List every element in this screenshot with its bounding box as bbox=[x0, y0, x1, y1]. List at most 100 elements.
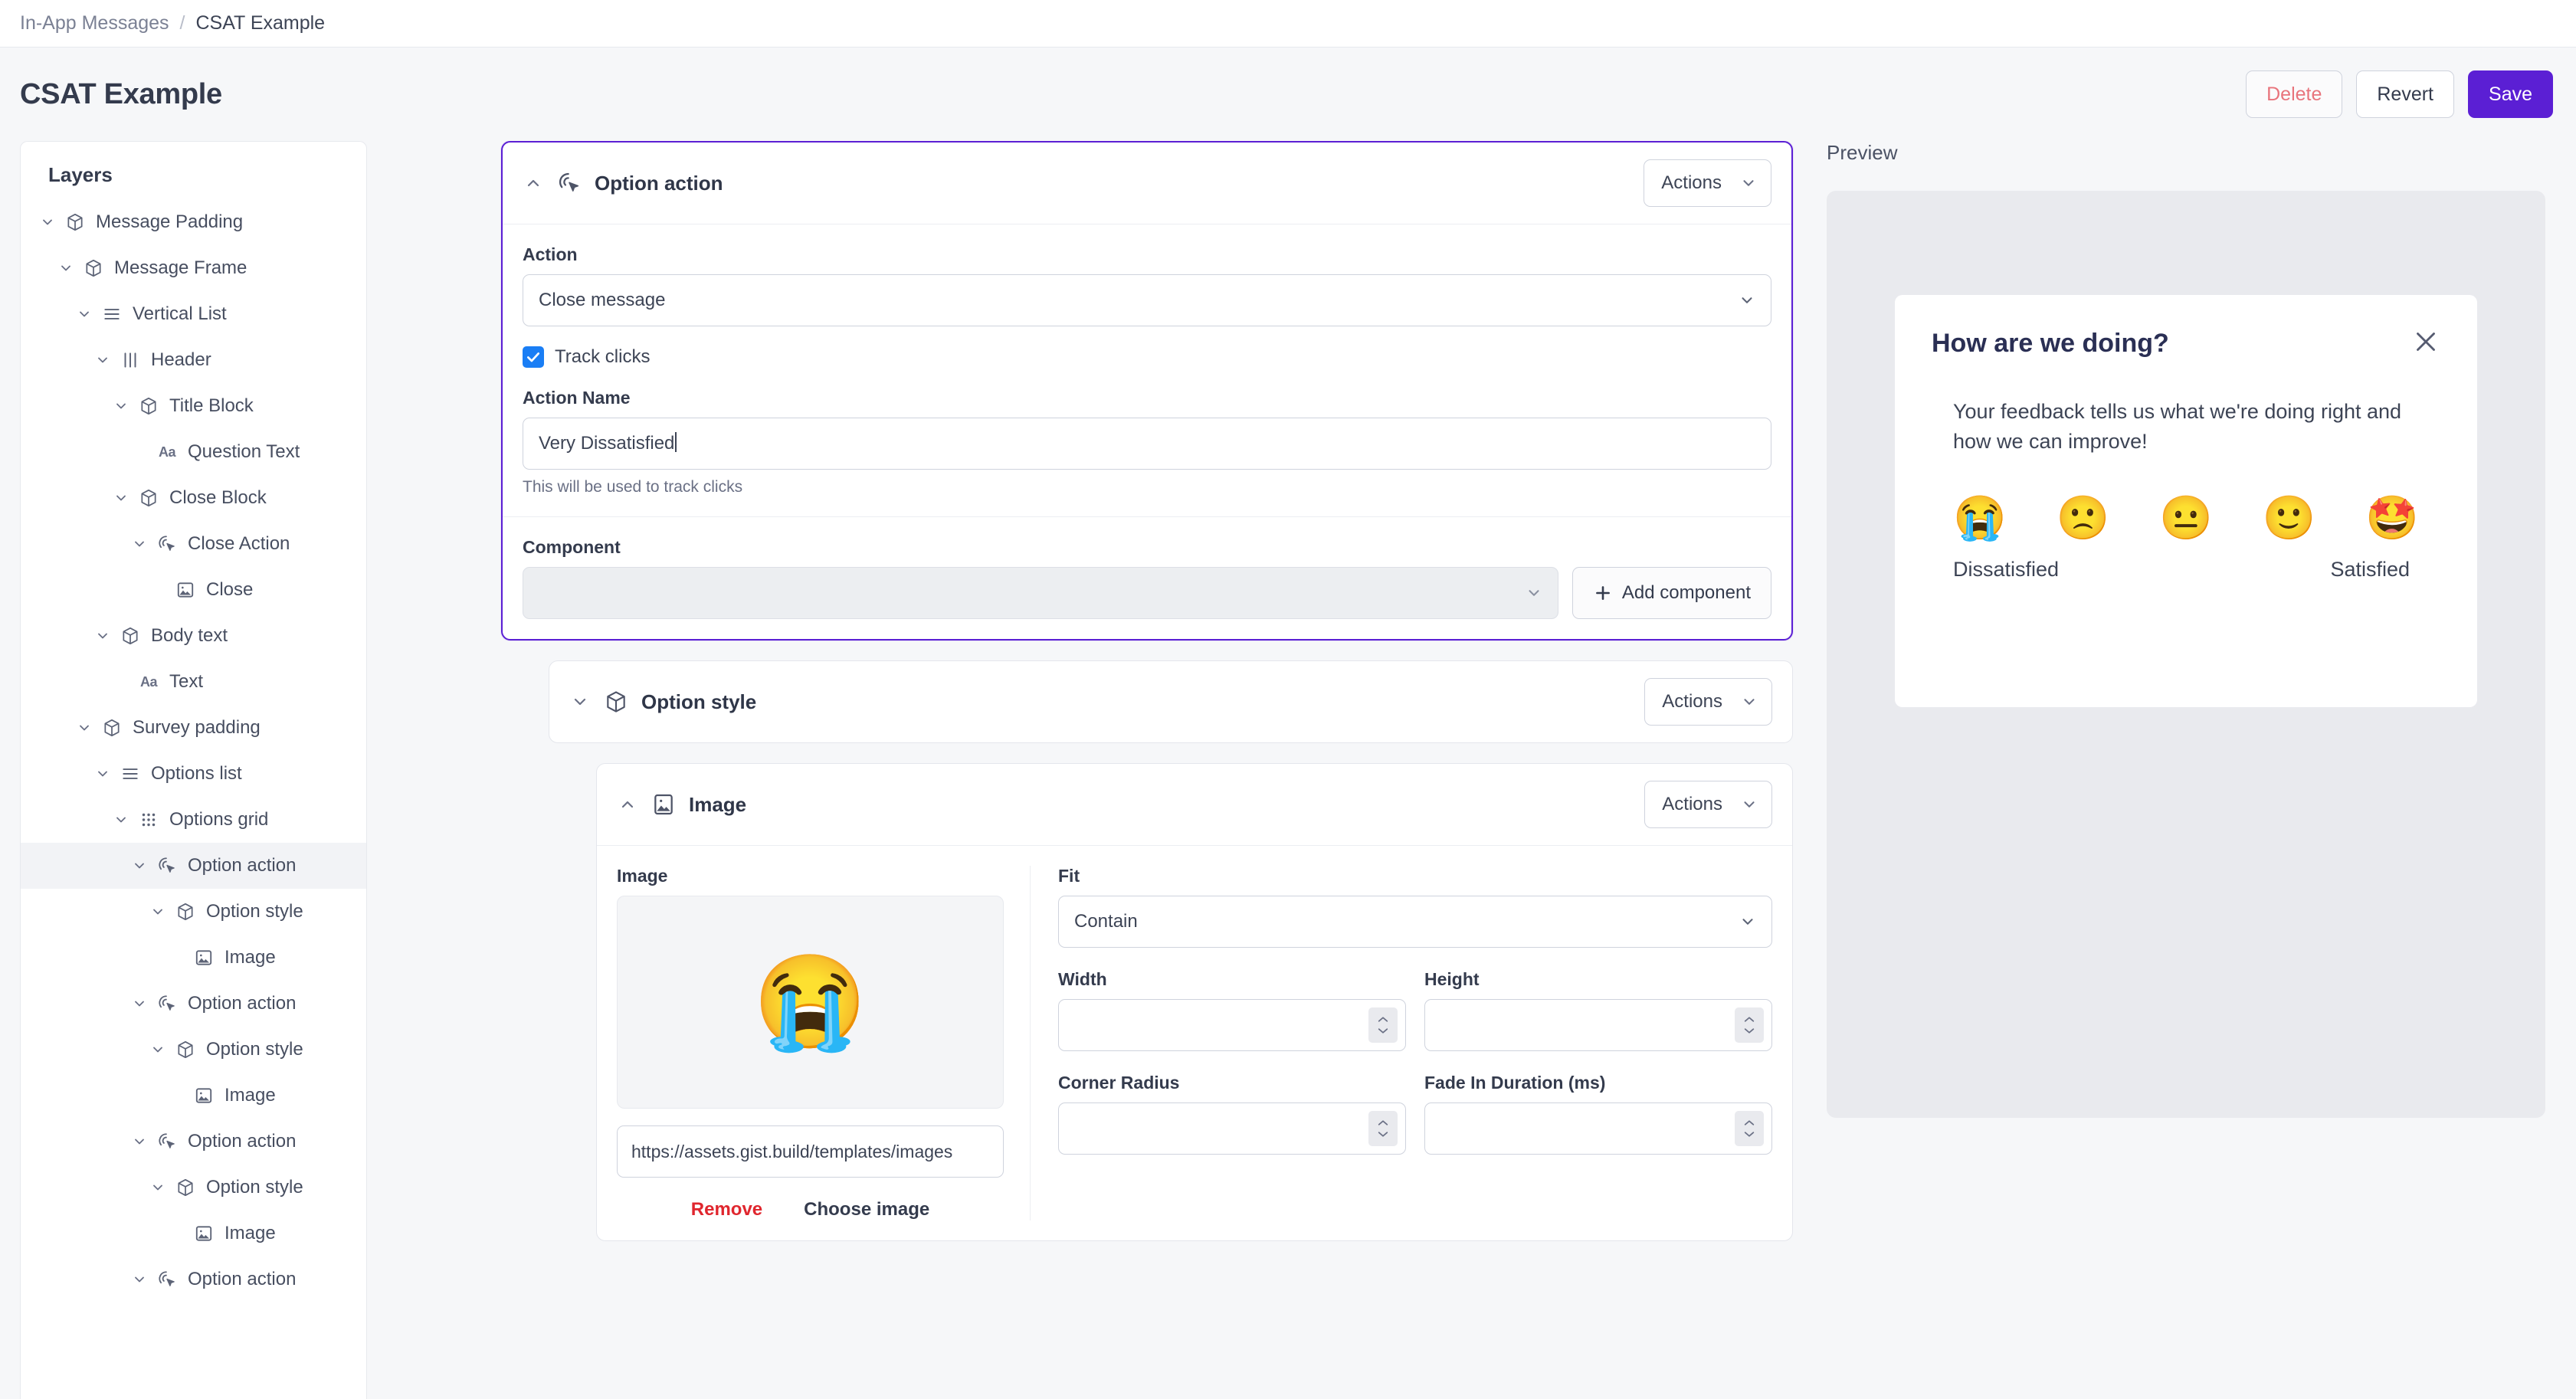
layer-row-options-list[interactable]: Options list bbox=[21, 751, 366, 797]
width-input[interactable] bbox=[1058, 999, 1406, 1051]
chevron-down-icon[interactable] bbox=[129, 534, 149, 554]
corner-radius-input[interactable] bbox=[1058, 1102, 1406, 1155]
fade-in-duration-input[interactable] bbox=[1424, 1102, 1772, 1155]
layer-row-option-style[interactable]: Option style bbox=[21, 889, 366, 935]
layer-row-message-frame[interactable]: Message Frame bbox=[21, 245, 366, 291]
chevron-down-icon[interactable] bbox=[74, 304, 94, 324]
layer-row-text[interactable]: Aa Text bbox=[21, 659, 366, 705]
chevron-down-icon bbox=[1378, 1132, 1388, 1137]
close-x-icon[interactable] bbox=[2410, 326, 2442, 358]
option-style-card: Option style Actions bbox=[549, 660, 1793, 743]
image-icon bbox=[192, 946, 215, 969]
chevron-down-icon[interactable] bbox=[148, 1178, 168, 1198]
layer-row-question-text[interactable]: Aa Question Text bbox=[21, 429, 366, 475]
layer-label: Option action bbox=[188, 1269, 297, 1289]
image-thumbnail[interactable]: 😭 bbox=[617, 896, 1004, 1109]
chevron-down-icon[interactable] bbox=[129, 856, 149, 876]
frowning-face-option[interactable]: 🙁 bbox=[2057, 496, 2110, 539]
layer-row-options-grid[interactable]: Options grid bbox=[21, 797, 366, 843]
layer-row-image[interactable]: Image bbox=[21, 935, 366, 981]
chevron-down-icon[interactable] bbox=[56, 258, 76, 278]
layer-row-body-text[interactable]: Body text bbox=[21, 613, 366, 659]
chevron-up-icon bbox=[1744, 1017, 1755, 1022]
chevron-down-icon[interactable] bbox=[129, 994, 149, 1014]
chevron-down-icon[interactable] bbox=[93, 626, 113, 646]
chevron-down-icon[interactable] bbox=[148, 1040, 168, 1060]
chevron-down-icon[interactable] bbox=[38, 212, 57, 232]
layer-row-close-action[interactable]: Close Action bbox=[21, 521, 366, 567]
option-style-actions-dropdown[interactable]: Actions bbox=[1644, 678, 1772, 726]
layer-row-survey-padding[interactable]: Survey padding bbox=[21, 705, 366, 751]
layer-row-option-style[interactable]: Option style bbox=[21, 1027, 366, 1073]
chevron-down-icon[interactable] bbox=[111, 488, 131, 508]
preview-message-body: Your feedback tells us what we're doing … bbox=[1953, 400, 2402, 454]
neutral-face-option[interactable]: 😐 bbox=[2159, 496, 2213, 539]
image-card-header[interactable]: Image Actions bbox=[597, 764, 1792, 845]
fade-in-duration-stepper[interactable] bbox=[1735, 1111, 1764, 1146]
image-actions-dropdown[interactable]: Actions bbox=[1644, 781, 1772, 828]
chevron-down-icon bbox=[1378, 1028, 1388, 1034]
revert-button[interactable]: Revert bbox=[2356, 70, 2455, 118]
layer-row-option-action[interactable]: Option action bbox=[21, 1119, 366, 1165]
track-clicks-checkbox-row[interactable]: Track clicks bbox=[523, 346, 1771, 368]
height-input[interactable] bbox=[1424, 999, 1772, 1051]
breadcrumb-current: CSAT Example bbox=[195, 12, 326, 34]
star-struck-face-option[interactable]: 🤩 bbox=[2365, 496, 2419, 539]
layer-row-option-action[interactable]: Option action bbox=[21, 1256, 366, 1302]
cursor-click-icon bbox=[156, 992, 179, 1015]
layer-row-close-block[interactable]: Close Block bbox=[21, 475, 366, 521]
cube-icon bbox=[137, 487, 160, 509]
chevron-down-icon[interactable] bbox=[74, 718, 94, 738]
component-select[interactable] bbox=[523, 567, 1558, 619]
height-stepper[interactable] bbox=[1735, 1007, 1764, 1043]
action-name-input[interactable]: Very Dissatisfied bbox=[523, 418, 1771, 470]
chevron-down-icon bbox=[1744, 1028, 1755, 1034]
breadcrumb-parent-link[interactable]: In-App Messages bbox=[20, 12, 169, 34]
option-action-actions-dropdown[interactable]: Actions bbox=[1644, 159, 1771, 207]
width-stepper[interactable] bbox=[1368, 1007, 1398, 1043]
layer-label: Text bbox=[169, 671, 204, 692]
chevron-up-icon bbox=[1378, 1017, 1388, 1022]
layer-row-vertical-list[interactable]: Vertical List bbox=[21, 291, 366, 337]
image-url-value: https://assets.gist.build/templates/imag… bbox=[631, 1142, 953, 1161]
chevron-down-icon[interactable] bbox=[129, 1270, 149, 1289]
chevron-down-icon bbox=[1529, 590, 1539, 596]
layer-row-close[interactable]: Close bbox=[21, 567, 366, 613]
track-clicks-checkbox[interactable] bbox=[523, 346, 544, 368]
layer-row-image[interactable]: Image bbox=[21, 1073, 366, 1119]
chevron-down-icon[interactable] bbox=[569, 691, 591, 713]
loudly-crying-face-option[interactable]: 😭 bbox=[1953, 496, 2007, 539]
delete-button[interactable]: Delete bbox=[2246, 70, 2343, 118]
remove-image-link[interactable]: Remove bbox=[691, 1199, 762, 1220]
layer-row-image[interactable]: Image bbox=[21, 1211, 366, 1256]
cube-icon bbox=[119, 624, 142, 647]
layer-label: Option style bbox=[206, 1177, 303, 1198]
layer-row-message-padding[interactable]: Message Padding bbox=[21, 199, 366, 245]
cursor-click-icon bbox=[156, 532, 179, 555]
chevron-down-icon[interactable] bbox=[148, 902, 168, 922]
chevron-up-icon[interactable] bbox=[617, 794, 638, 815]
layer-row-option-action[interactable]: Option action bbox=[21, 843, 366, 889]
option-action-card-body: Action Close message Track clicks Action… bbox=[503, 224, 1791, 639]
chevron-down-icon[interactable] bbox=[111, 810, 131, 830]
action-select[interactable]: Close message bbox=[523, 274, 1771, 326]
chevron-down-icon[interactable] bbox=[111, 396, 131, 416]
chevron-up-icon[interactable] bbox=[523, 172, 544, 194]
option-style-card-header[interactable]: Option style Actions bbox=[549, 661, 1792, 742]
fit-select[interactable]: Contain bbox=[1058, 896, 1772, 948]
layer-row-header[interactable]: Header bbox=[21, 337, 366, 383]
caption-dissatisfied: Dissatisfied bbox=[1953, 558, 2060, 582]
image-url-input[interactable]: https://assets.gist.build/templates/imag… bbox=[617, 1125, 1004, 1178]
save-button[interactable]: Save bbox=[2468, 70, 2553, 118]
layer-row-title-block[interactable]: Title Block bbox=[21, 383, 366, 429]
chevron-down-icon[interactable] bbox=[93, 350, 113, 370]
layer-row-option-action[interactable]: Option action bbox=[21, 981, 366, 1027]
layer-row-option-style[interactable]: Option style bbox=[21, 1165, 366, 1211]
chevron-down-icon[interactable] bbox=[129, 1132, 149, 1152]
chevron-down-icon[interactable] bbox=[93, 764, 113, 784]
corner-radius-stepper[interactable] bbox=[1368, 1111, 1398, 1146]
layer-label: Option style bbox=[206, 901, 303, 922]
slightly-smiling-face-option[interactable]: 🙂 bbox=[2263, 496, 2316, 539]
add-component-button[interactable]: Add component bbox=[1571, 567, 1771, 619]
choose-image-link[interactable]: Choose image bbox=[804, 1199, 929, 1220]
